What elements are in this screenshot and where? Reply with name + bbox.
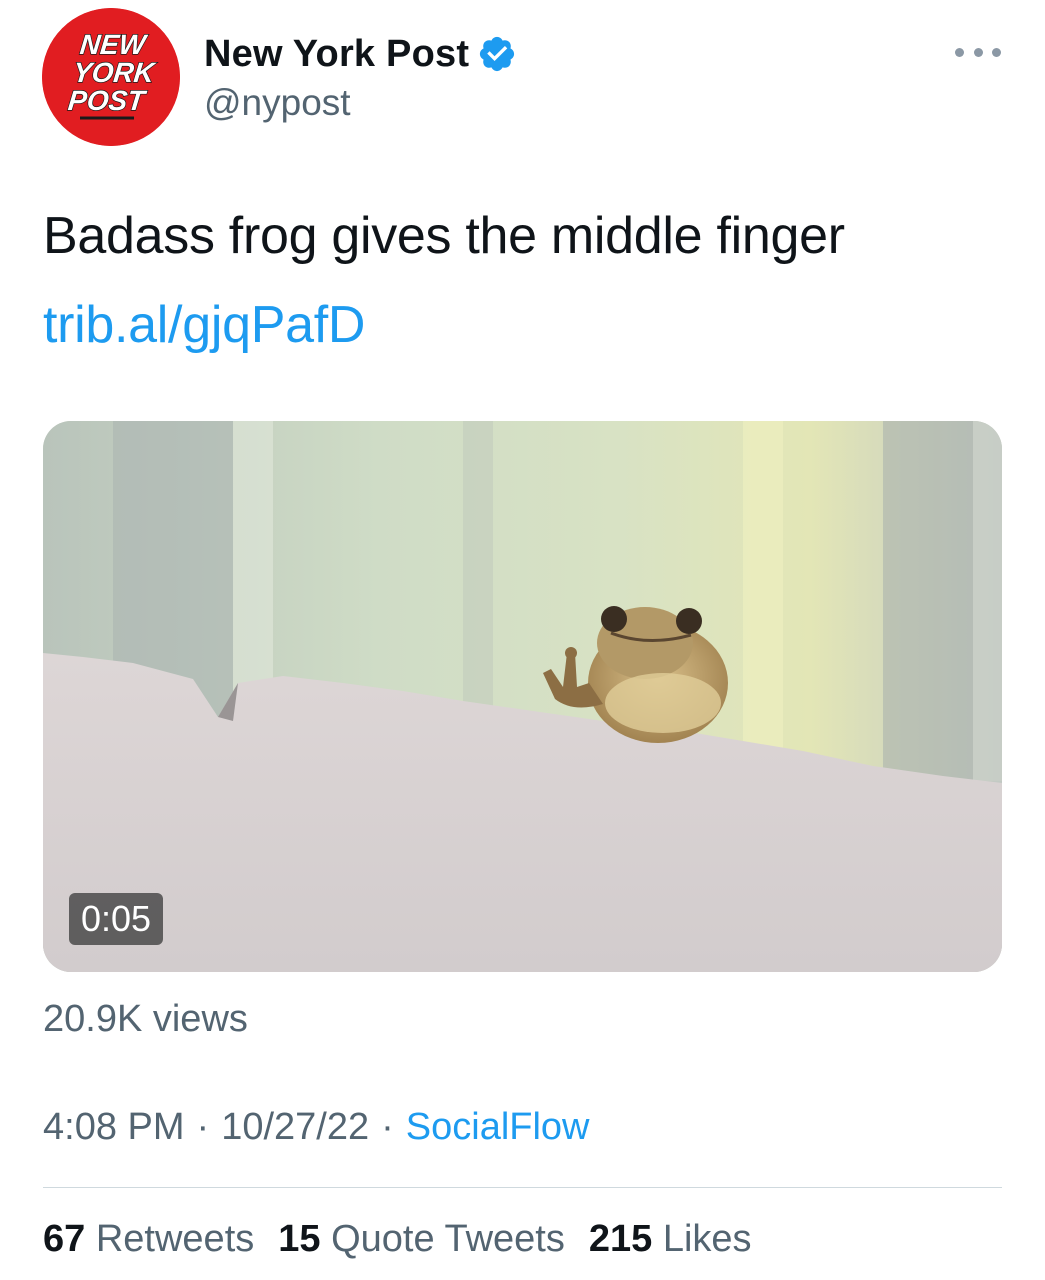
video-duration: 0:05 [69, 893, 164, 945]
quote-tweets-count: 15 [278, 1218, 321, 1260]
avatar[interactable]: NEW YORK POST [42, 8, 180, 146]
separator: · [196, 1106, 210, 1148]
quote-tweets-label: Quote Tweets [331, 1218, 565, 1260]
video-player[interactable]: 0:05 [43, 421, 1002, 972]
svg-text:POST: POST [67, 85, 149, 116]
likes-stat[interactable]: 215 Likes [589, 1218, 752, 1261]
tweet-meta: 4:08 PM · 10/27/22 · SocialFlow [43, 1106, 590, 1149]
likes-count: 215 [588, 1218, 653, 1260]
quote-tweets-stat[interactable]: 15 Quote Tweets [278, 1218, 565, 1261]
new-york-post-logo: NEW YORK POST [42, 8, 180, 146]
retweets-count: 67 [43, 1218, 86, 1260]
svg-text:YORK: YORK [72, 57, 158, 88]
tweet-date[interactable]: 10/27/22 [221, 1106, 369, 1148]
tweet-source[interactable]: SocialFlow [406, 1106, 590, 1148]
tweet-text: Badass frog gives the middle finger [43, 207, 845, 265]
display-name[interactable]: New York Post [204, 33, 469, 76]
divider [43, 1187, 1002, 1188]
svg-text:NEW: NEW [79, 29, 150, 60]
tweet-time[interactable]: 4:08 PM [43, 1106, 185, 1148]
video-thumbnail [43, 421, 1002, 972]
handle[interactable]: @nypost [204, 82, 517, 124]
more-options-icon[interactable] [955, 32, 1001, 72]
likes-label: Likes [662, 1218, 752, 1260]
view-count: 20.9K views [43, 998, 248, 1040]
engagement-stats: 67 Retweets 15 Quote Tweets 215 Likes [43, 1218, 752, 1261]
retweets-stat[interactable]: 67 Retweets [43, 1218, 254, 1261]
dot [955, 47, 964, 57]
retweets-label: Retweets [95, 1218, 255, 1260]
dot [973, 47, 983, 57]
tweet-link[interactable]: trib.al/gjqPafD [43, 295, 365, 355]
verified-badge-icon [477, 34, 517, 74]
dot [992, 47, 1001, 57]
display-name-row: New York Post [204, 28, 517, 80]
author-info[interactable]: New York Post @nypost [204, 28, 517, 124]
separator: · [381, 1106, 394, 1148]
